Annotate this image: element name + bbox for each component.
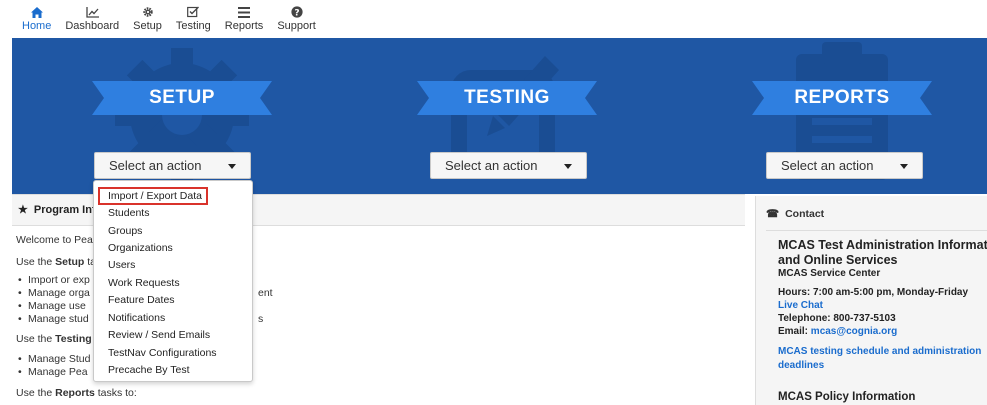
help-icon: ?: [289, 5, 305, 19]
menu-item-testnav-configurations[interactable]: TestNav Configurations: [108, 347, 217, 359]
menu-item-feature-dates[interactable]: Feature Dates: [108, 294, 175, 306]
contact-title-line2: and Online Services: [778, 253, 898, 267]
setup-bullet-4-tail: s: [258, 313, 264, 325]
live-chat-link[interactable]: Live Chat: [778, 300, 823, 311]
setup-bullet-1: Import or exp: [18, 274, 90, 286]
testing-bullet-1: Manage Stud: [18, 353, 91, 365]
email-link[interactable]: mcas@cognia.org: [811, 326, 897, 337]
chart-icon: [84, 5, 100, 19]
reports-intro-bold: Reports: [55, 387, 95, 399]
schedule-deadlines-link[interactable]: MCAS testing schedule and administration…: [778, 345, 983, 373]
contact-heading-text: Contact: [785, 208, 825, 220]
email-line: Email: mcas@cognia.org: [778, 326, 897, 337]
nav-setup[interactable]: Setup: [133, 0, 162, 32]
nav-setup-label: Setup: [133, 20, 162, 32]
policy-information-heading: MCAS Policy Information: [778, 391, 916, 403]
reports-ribbon: REPORTS: [752, 81, 932, 115]
nav-support[interactable]: ? Support: [277, 0, 316, 32]
reports-tasks-intro: Use the Reports tasks to:: [16, 387, 137, 399]
contact-heading: ☎ Contact: [766, 208, 824, 220]
chevron-down-icon: [900, 164, 908, 169]
service-center-name: MCAS Service Center: [778, 268, 881, 279]
contact-divider: [766, 230, 987, 231]
menu-item-students[interactable]: Students: [108, 207, 149, 219]
nav-testing[interactable]: Testing: [176, 0, 211, 32]
action-banner: SETUP Select an action TESTING Select an…: [12, 38, 987, 194]
setup-select-label: Select an action: [109, 158, 202, 173]
setup-ribbon: SETUP: [92, 81, 272, 115]
nav-dashboard[interactable]: Dashboard: [65, 0, 119, 32]
svg-text:?: ?: [294, 8, 299, 18]
nav-home-label: Home: [22, 20, 52, 32]
home-icon: [29, 5, 45, 19]
menu-item-precache-by-test[interactable]: Precache By Test: [108, 364, 190, 376]
setup-bullet-2-tail: ent: [258, 287, 273, 299]
setup-section: SETUP Select an action: [22, 38, 342, 194]
telephone: Telephone: 800-737-5103: [778, 313, 896, 324]
gear-icon: [140, 5, 156, 19]
menu-item-organizations[interactable]: Organizations: [108, 242, 173, 254]
setup-title: SETUP: [149, 87, 215, 108]
setup-action-menu: Import / Export Data Students Groups Org…: [93, 180, 253, 382]
menu-item-notifications[interactable]: Notifications: [108, 312, 165, 324]
menu-item-review-send-emails[interactable]: Review / Send Emails: [108, 329, 210, 341]
star-icon: ★: [18, 204, 28, 216]
setup-action-select[interactable]: Select an action: [94, 152, 251, 179]
testing-title: TESTING: [464, 87, 550, 108]
reports-title: REPORTS: [794, 87, 890, 108]
chevron-down-icon: [564, 164, 572, 169]
nav-home[interactable]: Home: [22, 0, 51, 32]
nav-reports-label: Reports: [224, 20, 264, 32]
testing-intro-pre: Use the: [16, 333, 56, 345]
reports-intro-post: tasks to:: [94, 387, 137, 399]
nav-reports[interactable]: Reports: [224, 0, 264, 32]
testing-section: TESTING Select an action: [347, 38, 667, 194]
setup-intro-pre: Use the: [16, 256, 56, 268]
nav-support-label: Support: [277, 20, 316, 32]
setup-bullet-3: Manage use: [18, 300, 86, 312]
testing-action-select[interactable]: Select an action: [430, 152, 587, 179]
testing-tasks-intro: Use the Testing: [16, 333, 92, 345]
checkbox-icon: [185, 5, 201, 19]
setup-bullet-4: Manage stud: [18, 313, 89, 325]
menu-item-groups[interactable]: Groups: [108, 225, 142, 237]
reports-select-label: Select an action: [781, 158, 874, 173]
reports-section: REPORTS Select an action: [682, 38, 987, 194]
service-hours: Hours: 7:00 am-5:00 pm, Monday-Friday: [778, 287, 969, 298]
menu-item-import-export-data[interactable]: Import / Export Data: [108, 190, 202, 202]
program-heading-text: Program Inf: [33, 204, 96, 216]
reports-action-select[interactable]: Select an action: [766, 152, 923, 179]
report-icon: [236, 5, 252, 19]
nav-dashboard-label: Dashboard: [65, 20, 120, 32]
testing-intro-bold: Testing: [55, 333, 92, 345]
menu-item-users[interactable]: Users: [108, 259, 135, 271]
contact-panel: ☎ Contact MCAS Test Administration Inform…: [755, 196, 987, 405]
chevron-down-icon: [228, 164, 236, 169]
testing-ribbon: TESTING: [417, 81, 597, 115]
top-navigation: Home Dashboard Setup Testing Reports ? S…: [0, 0, 987, 38]
testing-select-label: Select an action: [445, 158, 538, 173]
setup-bullet-2: Manage orga: [18, 287, 90, 299]
reports-intro-pre: Use the: [16, 387, 56, 399]
setup-tasks-intro: Use the Setup ta: [16, 256, 96, 268]
setup-intro-bold: Setup: [55, 256, 85, 268]
contact-title-line1: MCAS Test Administration Information: [778, 238, 987, 252]
menu-item-work-requests[interactable]: Work Requests: [108, 277, 180, 289]
phone-icon: ☎: [766, 208, 780, 220]
nav-testing-label: Testing: [175, 20, 211, 32]
welcome-text: Welcome to Pea: [16, 234, 93, 246]
email-label: Email:: [778, 326, 811, 337]
testing-bullet-2: Manage Pea: [18, 366, 87, 378]
